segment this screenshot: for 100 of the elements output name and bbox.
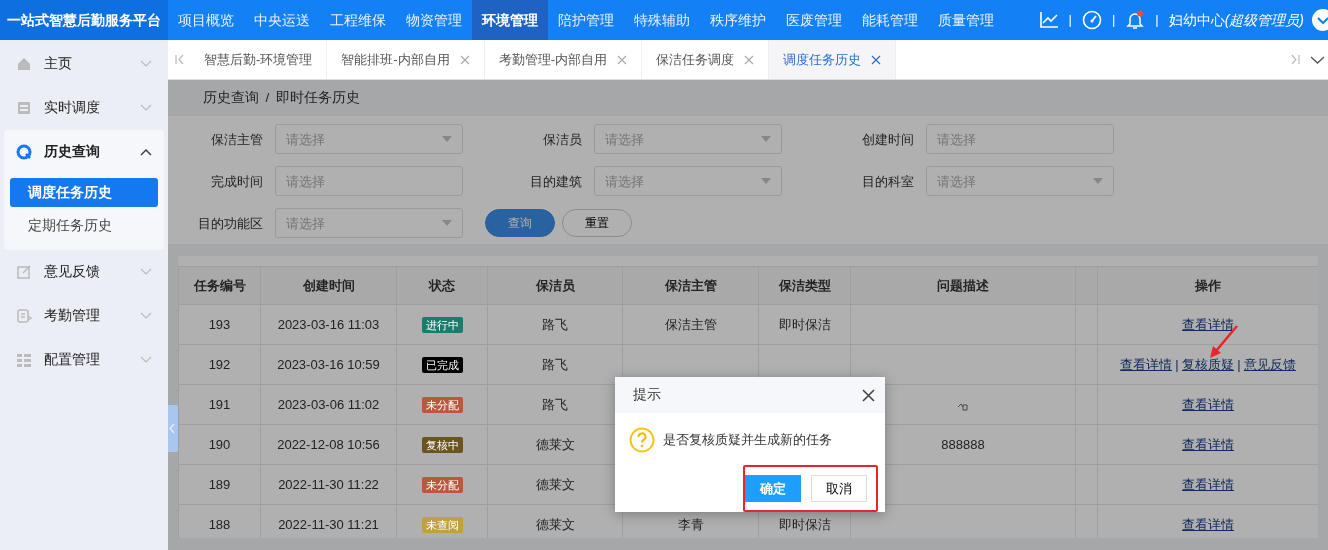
nav-tab[interactable]: 能耗管理 [852,0,928,40]
filter-label: 目的建筑 [529,172,582,191]
action-separator: | [1237,357,1241,372]
chart-icon[interactable] [1038,11,1059,29]
nav-tab[interactable]: 物资管理 [396,0,472,40]
table-cell-text: 德莱文 [535,517,575,532]
table-cell-text: 即时保洁 [778,317,831,332]
breadcrumb-link[interactable]: 历史查询 [203,88,259,109]
action-separator: | [1175,357,1179,372]
menu-label: 实时调度 [44,98,100,117]
table-cell-text: 路飞 [542,357,568,372]
menu-label: 考勤管理 [44,306,100,325]
app-title: 一站式智慧后勤服务平台 [0,0,168,40]
table-cell-text: 888888 [941,437,985,452]
sidebar-item[interactable]: 历史查询 [4,130,164,174]
action-link[interactable]: 查看详情 [1182,317,1234,332]
column-header: 保洁主管 [622,266,759,305]
sidebar-item[interactable]: 意见反馈 [0,250,168,294]
edit-icon [16,264,32,280]
action-link[interactable]: 查看详情 [1182,397,1234,412]
table-cell-text: 保洁主管 [664,317,717,332]
table-cell-text: 2022-11-30 11:22 [278,477,379,492]
filter-label: 创建时间 [861,130,914,149]
menu-label: 配置管理 [44,350,100,369]
column-header: 保洁类型 [758,266,851,305]
column-header: 创建时间 [260,266,397,305]
page-tab[interactable]: 智能排班-内部自用 [327,40,485,79]
table-cell-text: 190 [208,437,231,452]
search-icon [16,144,32,160]
action-link[interactable]: 查看详情 [1182,517,1234,532]
page-tab[interactable]: 调度任务历史 [769,40,897,79]
breadcrumb-separator: / [265,89,270,107]
status-tag: 未分配 [421,477,463,493]
filter-label: 保洁主管 [210,130,263,149]
nav-tab[interactable]: 环境管理 [472,0,548,40]
status-tag: 未分配 [421,397,463,413]
column-header: 保洁员 [487,266,623,305]
caret-down-icon [761,136,771,143]
bell-icon[interactable] [1125,10,1146,30]
page-tab[interactable]: 考勤管理-内部自用 [484,40,643,79]
tab-label: 考勤管理-内部自用 [498,50,608,69]
sidebar-item[interactable]: 考勤管理 [0,294,168,338]
table-cell-text: 李青 [677,517,704,532]
filter-label: 目的科室 [861,172,914,191]
nav-tab[interactable]: 特殊辅助 [624,0,700,40]
collapse-handle-icon[interactable] [168,405,178,452]
user-role[interactable]: (超级管理员) [1224,9,1304,31]
column-header: 任务编号 [178,266,261,305]
action-link[interactable]: 查看详情 [1182,437,1234,452]
action-link[interactable]: 查看详情 [1182,477,1234,492]
close-icon[interactable] [871,54,882,65]
nav-tab[interactable]: 质量管理 [928,0,1004,40]
gauge-icon[interactable] [1081,10,1102,30]
table-cell-text: 2022-11-30 11:21 [278,517,379,532]
table-cell-text: 2023-03-16 10:59 [277,357,380,372]
search-button[interactable]: 查询 [485,209,555,238]
filter-label: 保洁员 [542,130,582,149]
action-link[interactable]: 意见反馈 [1243,357,1296,372]
table-cell-text: 193 [208,317,231,332]
separator: | [1111,11,1116,30]
caret-down-icon [1093,178,1103,185]
column-header: 状态 [396,266,488,305]
user-name[interactable]: 妇幼中心 [1168,9,1225,31]
nav-tab[interactable]: 陪护管理 [548,0,624,40]
table-cell-text: 191 [208,397,231,412]
nav-tab[interactable]: 工程维保 [320,0,396,40]
menu-label: 历史查询 [44,142,100,161]
nav-tab[interactable]: 医废管理 [776,0,852,40]
table-cell-text: 2023-03-06 11:02 [277,397,380,412]
dialog-title: 提示 [633,385,661,404]
table-cell-text: 2023-03-16 11:03 [277,317,380,332]
sidebar-item[interactable]: 主页 [0,42,168,86]
tab-label: 调度任务历史 [783,50,862,69]
tab-label: 保洁任务调度 [656,50,735,69]
table-cell-text: 2022-12-08 10:56 [277,437,380,452]
filter-label: 目的功能区 [197,214,263,233]
status-tag: 进行中 [421,317,463,333]
nav-tab[interactable]: 中央运送 [244,0,320,40]
close-icon[interactable] [862,388,875,402]
filter-label: 完成时间 [210,172,263,191]
sidebar-item[interactable]: 配置管理 [0,338,168,382]
action-link[interactable]: 复核质疑 [1182,357,1234,372]
status-tag: 已完成 [421,357,463,373]
reset-button[interactable]: 重置 [561,209,632,238]
table-cell-text: 188 [208,517,231,532]
column-header: 操作 [1097,266,1318,305]
submenu-item[interactable]: 定期任务历史 [10,211,158,240]
submenu-item[interactable]: 调度任务历史 [10,178,158,207]
action-link[interactable]: 查看详情 [1120,357,1173,372]
sidebar-item[interactable]: 实时调度 [0,86,168,130]
nav-tab[interactable]: 秩序维护 [700,0,776,40]
chevron-down-icon [140,104,152,112]
chevron-down-icon [140,268,152,276]
caret-down-icon [442,220,452,227]
page-tab[interactable]: 智慧后勤-环境管理 [190,40,328,79]
caret-down-icon [761,178,771,185]
nav-tab[interactable]: 项目概览 [168,0,244,40]
chevron-up-icon [140,148,152,156]
cancel-button[interactable]: 取消 [811,475,867,502]
chevron-down-icon[interactable] [1312,9,1328,31]
